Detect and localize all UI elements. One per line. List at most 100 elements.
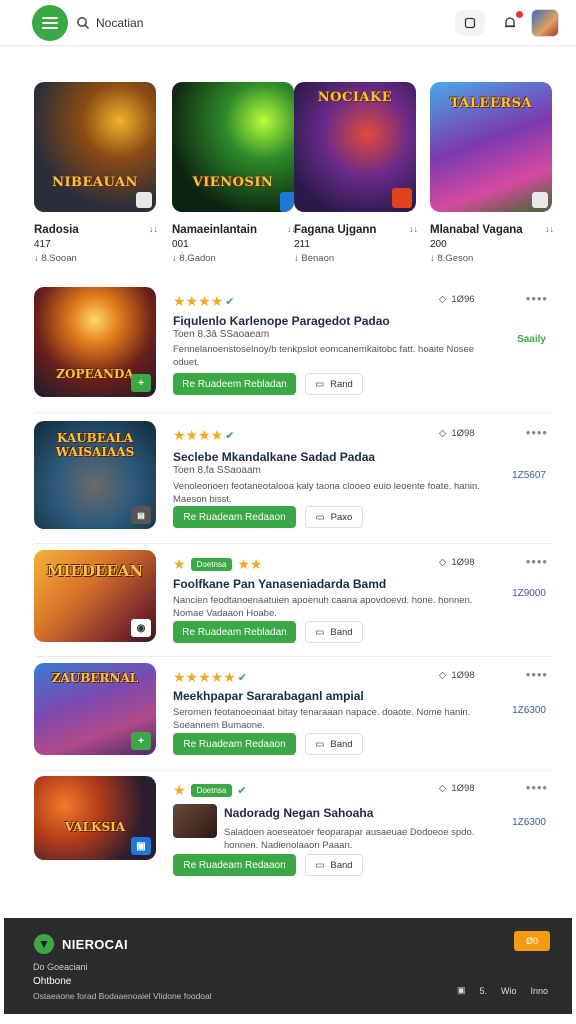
- list-item: MIEDEEAN ◉ ★ Doetnsa ★★ ◇ 1Ø98 •••• Foolfka…: [34, 550, 552, 645]
- game-thumbnail[interactable]: MIEDEEAN ◉: [34, 550, 156, 642]
- download-count: ↓ 8.Geson: [430, 253, 474, 264]
- game-title[interactable]: Fagana Ujgann: [294, 224, 376, 236]
- get-button[interactable]: Re Ruadeam Rebladan: [173, 621, 296, 643]
- more-options-button[interactable]: ••••: [526, 554, 548, 569]
- avatar[interactable]: [531, 9, 559, 37]
- game-title[interactable]: Seclebe Mkandalkane Sadad Padaa: [173, 450, 375, 464]
- get-button[interactable]: Re Ruadeem Rebladan: [173, 373, 296, 395]
- save-button[interactable]: ▭ Rand: [305, 373, 363, 395]
- save-label: Band: [330, 626, 353, 638]
- game-title[interactable]: Radosia: [34, 224, 79, 236]
- footer-link[interactable]: Wio: [501, 986, 517, 996]
- footer-link[interactable]: Inno: [530, 986, 548, 996]
- get-button[interactable]: Re Ruadeam Redaaon: [173, 854, 296, 876]
- platform-icon: [532, 192, 548, 208]
- save-button[interactable]: ▭ Band: [305, 621, 363, 643]
- platform-icon: [280, 192, 294, 212]
- brand-name: NIEROCAI: [62, 936, 128, 952]
- more-options-button[interactable]: ••••: [526, 780, 548, 795]
- more-options-button[interactable]: ••••: [526, 425, 548, 440]
- footer-icon[interactable]: ▣: [457, 985, 466, 996]
- thumbnail-art-title: TALEERSA: [449, 96, 533, 111]
- footer-cta-button[interactable]: Ø0: [514, 931, 550, 951]
- bell-icon: [505, 17, 515, 28]
- notifications-button[interactable]: [495, 10, 525, 36]
- featured-card[interactable]: NOCIAKE Fagana Ujgann ↓↓ 211 ↓ Benaon: [294, 82, 418, 264]
- search-input[interactable]: Nocatian: [96, 16, 143, 30]
- logo-icon: ▼: [34, 934, 54, 954]
- game-thumbnail[interactable]: NIBEAUAN: [34, 82, 156, 212]
- save-button[interactable]: ▭ Band: [305, 733, 363, 755]
- game-thumbnail[interactable]: TALEERSA: [430, 82, 552, 212]
- footer-logo[interactable]: ▼ NIEROCAI: [34, 934, 128, 954]
- download-count: ↓ 8.Sooan: [34, 253, 77, 264]
- game-thumbnail[interactable]: ZOPEANDA +: [34, 287, 156, 397]
- featured-card[interactable]: VIENOSIN Namaeinlantain ↓↓ 001 ↓ 8.Gadon: [172, 82, 296, 264]
- game-description: Saladoen aoeseatoer feoparapar ausaeuae …: [224, 827, 475, 851]
- game-description: Fennelanoenstoselnoy/b tenkpslot eomcane…: [173, 344, 475, 368]
- bookmark-icon: ▭: [315, 859, 325, 871]
- download-icon: ↓↓: [545, 224, 554, 234]
- platform-icon: ▣: [131, 837, 151, 855]
- footer-link[interactable]: 5.: [479, 986, 487, 996]
- thumbnail-art-title: ZAUBERNAL: [51, 671, 139, 685]
- divider: [34, 656, 552, 657]
- game-thumbnail[interactable]: KAUBEALA WAISAIAAS ▤: [34, 421, 156, 529]
- divider: [34, 770, 552, 771]
- get-button[interactable]: Re Ruadeam Redaaon: [173, 733, 296, 755]
- thumbnail-art-title: VIENOSIN: [192, 175, 274, 190]
- download-count: ↓ 8.Gadon: [172, 253, 216, 264]
- download-icon: ↓↓: [409, 224, 418, 234]
- game-title[interactable]: Fiqulenlo Karlenope Paragedot Padao: [173, 314, 390, 328]
- game-title[interactable]: Namaeinlantain: [172, 224, 257, 236]
- game-count: 417: [34, 239, 51, 250]
- game-thumbnail[interactable]: ZAUBERNAL +: [34, 663, 156, 755]
- save-button[interactable]: ▭ Paxo: [305, 506, 363, 528]
- more-options-button[interactable]: ••••: [526, 667, 548, 682]
- status-badge: Doetnsa: [190, 558, 233, 571]
- platform-icon: [136, 192, 152, 208]
- search-icon: [77, 17, 90, 30]
- thumbnail-art-title: KAUBEALA WAISAIAAS: [55, 431, 135, 459]
- featured-card[interactable]: TALEERSA Mlanabal Vagana ↓↓ 200 ↓ 8.Geso…: [430, 82, 554, 264]
- save-label: Band: [330, 859, 353, 871]
- save-label: Paxo: [330, 511, 353, 523]
- side-value: 1Z5607: [512, 470, 546, 481]
- review-count: ◇ 1Ø96: [439, 294, 475, 305]
- square-button[interactable]: [455, 10, 485, 36]
- divider: [34, 412, 552, 413]
- platform-icon: +: [131, 374, 151, 392]
- footer-line: Ostaeaone forad Bodaaenoaiel Vlidone foo…: [33, 991, 212, 1001]
- platform-icon: ▤: [131, 506, 151, 524]
- game-thumbnail[interactable]: VALKSIA ▣: [34, 776, 156, 860]
- more-options-button[interactable]: ••••: [526, 291, 548, 306]
- platform-icon: [392, 188, 412, 208]
- review-count-value: 1Ø96: [451, 294, 475, 305]
- save-button[interactable]: ▭ Band: [305, 854, 363, 876]
- game-title[interactable]: Mlanabal Vagana: [430, 224, 523, 236]
- get-button[interactable]: Re Ruadeam Redaaon: [173, 506, 296, 528]
- thumbnail-art-title: MIEDEEAN: [46, 562, 144, 580]
- side-value: 1Z9000: [512, 588, 546, 599]
- platform-icon: +: [131, 732, 151, 750]
- save-label: Rand: [330, 378, 353, 390]
- rating-stars: ★★★★★ ✔: [173, 669, 247, 685]
- game-subtitle: Toen 8.fa SSaoaam: [173, 465, 261, 476]
- game-description: Nancien feodtanoenaatuien apoenuh caana …: [173, 595, 473, 619]
- save-label: Band: [330, 738, 353, 750]
- search-bar[interactable]: Nocatian: [76, 11, 143, 35]
- game-count: 001: [172, 239, 189, 250]
- notification-dot: [516, 11, 523, 18]
- footer-links: ▣ 5. Wio Inno: [457, 985, 548, 996]
- status-badge: Doetnsa: [190, 784, 233, 797]
- game-thumbnail[interactable]: NOCIAKE: [294, 82, 416, 212]
- game-title[interactable]: Foolfkane Pan Yanaseniadarda Bamd: [173, 577, 386, 591]
- game-title[interactable]: Meekhpapar Sararabaganl ampial: [173, 689, 364, 703]
- featured-card[interactable]: NIBEAUAN Radosia ↓↓ 417 ↓ 8.Sooan: [34, 82, 158, 264]
- menu-button[interactable]: [32, 5, 68, 41]
- diamond-icon: ◇: [439, 783, 447, 794]
- review-count-value: 1Ø98: [451, 783, 475, 794]
- game-thumbnail[interactable]: VIENOSIN: [172, 82, 294, 212]
- bookmark-icon: ▭: [315, 738, 325, 750]
- game-title[interactable]: Nadoradg Negan Sahoaha: [224, 806, 373, 820]
